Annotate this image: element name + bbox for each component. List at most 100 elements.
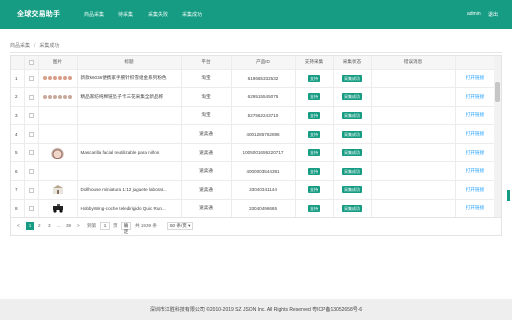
status-badge: 采集成功 [342,149,362,157]
row-action-cell: 打开链接 [455,199,496,217]
row-checkbox[interactable] [28,206,34,212]
open-link-button[interactable]: 打开链接 [466,94,484,99]
nav-item-failed[interactable]: 采集失败 [148,11,168,18]
row-title [77,124,182,144]
breadcrumb-item-current: 采集成功 [39,43,60,49]
app-logo[interactable]: 全球交易助手 [17,9,60,19]
row-checkbox[interactable] [28,94,34,100]
row-index: 1 [11,69,25,89]
row-title: 精品家纺纯棉链坠子卡三花采集全新品称 [77,87,182,107]
row-select-cell[interactable] [24,161,39,182]
chevron-down-icon: ▾ [188,223,191,228]
row-action-cell: 打开链接 [455,106,496,126]
table-row: 8 HobbyWing-coche teledirigido Quic Run..… [11,199,496,217]
breadcrumb-item-collect[interactable]: 商品采集 [10,43,30,49]
row-error-message [371,69,456,89]
row-checkbox[interactable] [28,187,34,193]
status-badge: 采集成功 [342,130,362,138]
open-link-button[interactable]: 打开链接 [466,150,484,155]
product-thumbnail[interactable] [51,146,64,159]
status-badge: 采集成功 [342,93,362,101]
row-product-id: 1005001659220717 [231,143,296,163]
row-select-cell[interactable] [24,199,39,217]
goto-page-input[interactable]: 1 [100,222,110,230]
row-product-id: 4001285762896 [231,124,296,144]
select-all-checkbox[interactable] [28,59,34,65]
row-select-cell[interactable] [24,69,39,89]
table-row: 2 精品家纺纯棉链坠子卡三花采集全新品称 淘宝 629515545075 支持 采集成功 打… [11,87,496,107]
row-index: 2 [11,87,25,107]
row-select-cell[interactable] [24,106,39,126]
row-status-cell: 采集成功 [333,161,372,182]
next-page-button[interactable]: > [77,223,80,228]
row-title: 新款k6036便携家手腕针织雪组金系列粉色 [77,69,182,89]
row-checkbox[interactable] [28,75,34,81]
status-badge: 采集成功 [342,167,362,175]
row-error-message [371,106,456,126]
row-image-cell [38,143,78,163]
row-support-cell: 支持 [295,143,334,163]
product-thumbnail[interactable] [42,75,73,81]
status-badge: 采集成功 [342,111,362,119]
open-link-button[interactable]: 打开链接 [466,112,484,117]
row-index: 5 [11,143,25,163]
row-image-cell [38,124,78,144]
table-row: 1 新款k6036便携家手腕针织雪组金系列粉色 淘宝 619665332532 支持 采集… [11,69,496,89]
table-scrollbar[interactable] [494,56,501,217]
open-link-button[interactable]: 打开链接 [466,168,484,173]
breadcrumb-separator: / [34,43,36,49]
product-thumbnail[interactable] [42,94,73,100]
footer-copyright: 深圳市江胜科技有限公司 ©2010-2019 SZ JSON Inc. All … [149,307,363,313]
per-page-select[interactable]: 50 条/页 ▾ [167,222,193,230]
goto-confirm-button[interactable]: 确定 [121,222,131,234]
page-footer: 深圳市江胜科技有限公司 ©2010-2019 SZ JSON Inc. All … [0,299,512,320]
row-checkbox[interactable] [28,131,34,137]
page-button-2[interactable]: 2 [38,223,41,228]
nav-item-success[interactable]: 采集成功 [182,11,202,18]
row-platform: 速卖通 [181,161,232,182]
support-badge: 支持 [308,111,320,119]
logout-link[interactable]: 退出 [488,11,498,18]
row-support-cell: 支持 [295,161,334,182]
row-platform: 淘宝 [181,69,232,89]
open-link-button[interactable]: 打开链接 [466,187,484,192]
row-platform: 速卖通 [181,199,232,217]
row-action-cell: 打开链接 [455,124,496,144]
row-product-id: 527562243710 [231,106,296,126]
breadcrumb: 商品采集 / 采集成功 [10,42,59,49]
per-page-value: 50 条/页 [170,223,187,228]
row-select-cell[interactable] [24,87,39,107]
nav-item-collect[interactable]: 商品采集 [84,11,104,18]
row-select-cell[interactable] [24,143,39,163]
open-link-button[interactable]: 打开链接 [466,205,484,210]
col-product-id-header: 产品ID [231,56,296,70]
row-index: 3 [11,106,25,126]
status-badge: 采集成功 [342,186,362,194]
page-button-3[interactable]: 3 [48,223,51,228]
open-link-button[interactable]: 打开链接 [466,131,484,136]
page-button-last[interactable]: 39 [66,223,71,228]
prev-page-button[interactable]: < [17,223,20,228]
col-status-header: 采集状态 [333,56,372,70]
user-name[interactable]: admin [467,11,481,17]
side-feedback-tab[interactable] [507,190,510,201]
row-select-cell[interactable] [24,124,39,144]
support-badge: 支持 [308,149,320,157]
row-checkbox[interactable] [28,113,34,119]
product-thumbnail[interactable] [52,184,64,195]
row-select-cell[interactable] [24,180,39,200]
row-action-cell: 打开链接 [455,87,496,107]
scrollbar-thumb[interactable] [495,82,500,102]
page-button-current[interactable]: 1 [26,222,34,230]
row-platform: 速卖通 [181,124,232,144]
row-action-cell: 打开链接 [455,180,496,200]
row-checkbox[interactable] [28,150,34,156]
row-title: HobbyWing-coche teledirigido Quic Run... [77,199,182,217]
product-thumbnail[interactable] [51,203,65,214]
nav-item-pending[interactable]: 待采集 [118,11,133,18]
row-image-cell [38,69,78,89]
open-link-button[interactable]: 打开链接 [466,75,484,80]
row-support-cell: 支持 [295,199,334,217]
row-checkbox[interactable] [28,168,34,174]
col-select-header[interactable] [24,56,39,70]
